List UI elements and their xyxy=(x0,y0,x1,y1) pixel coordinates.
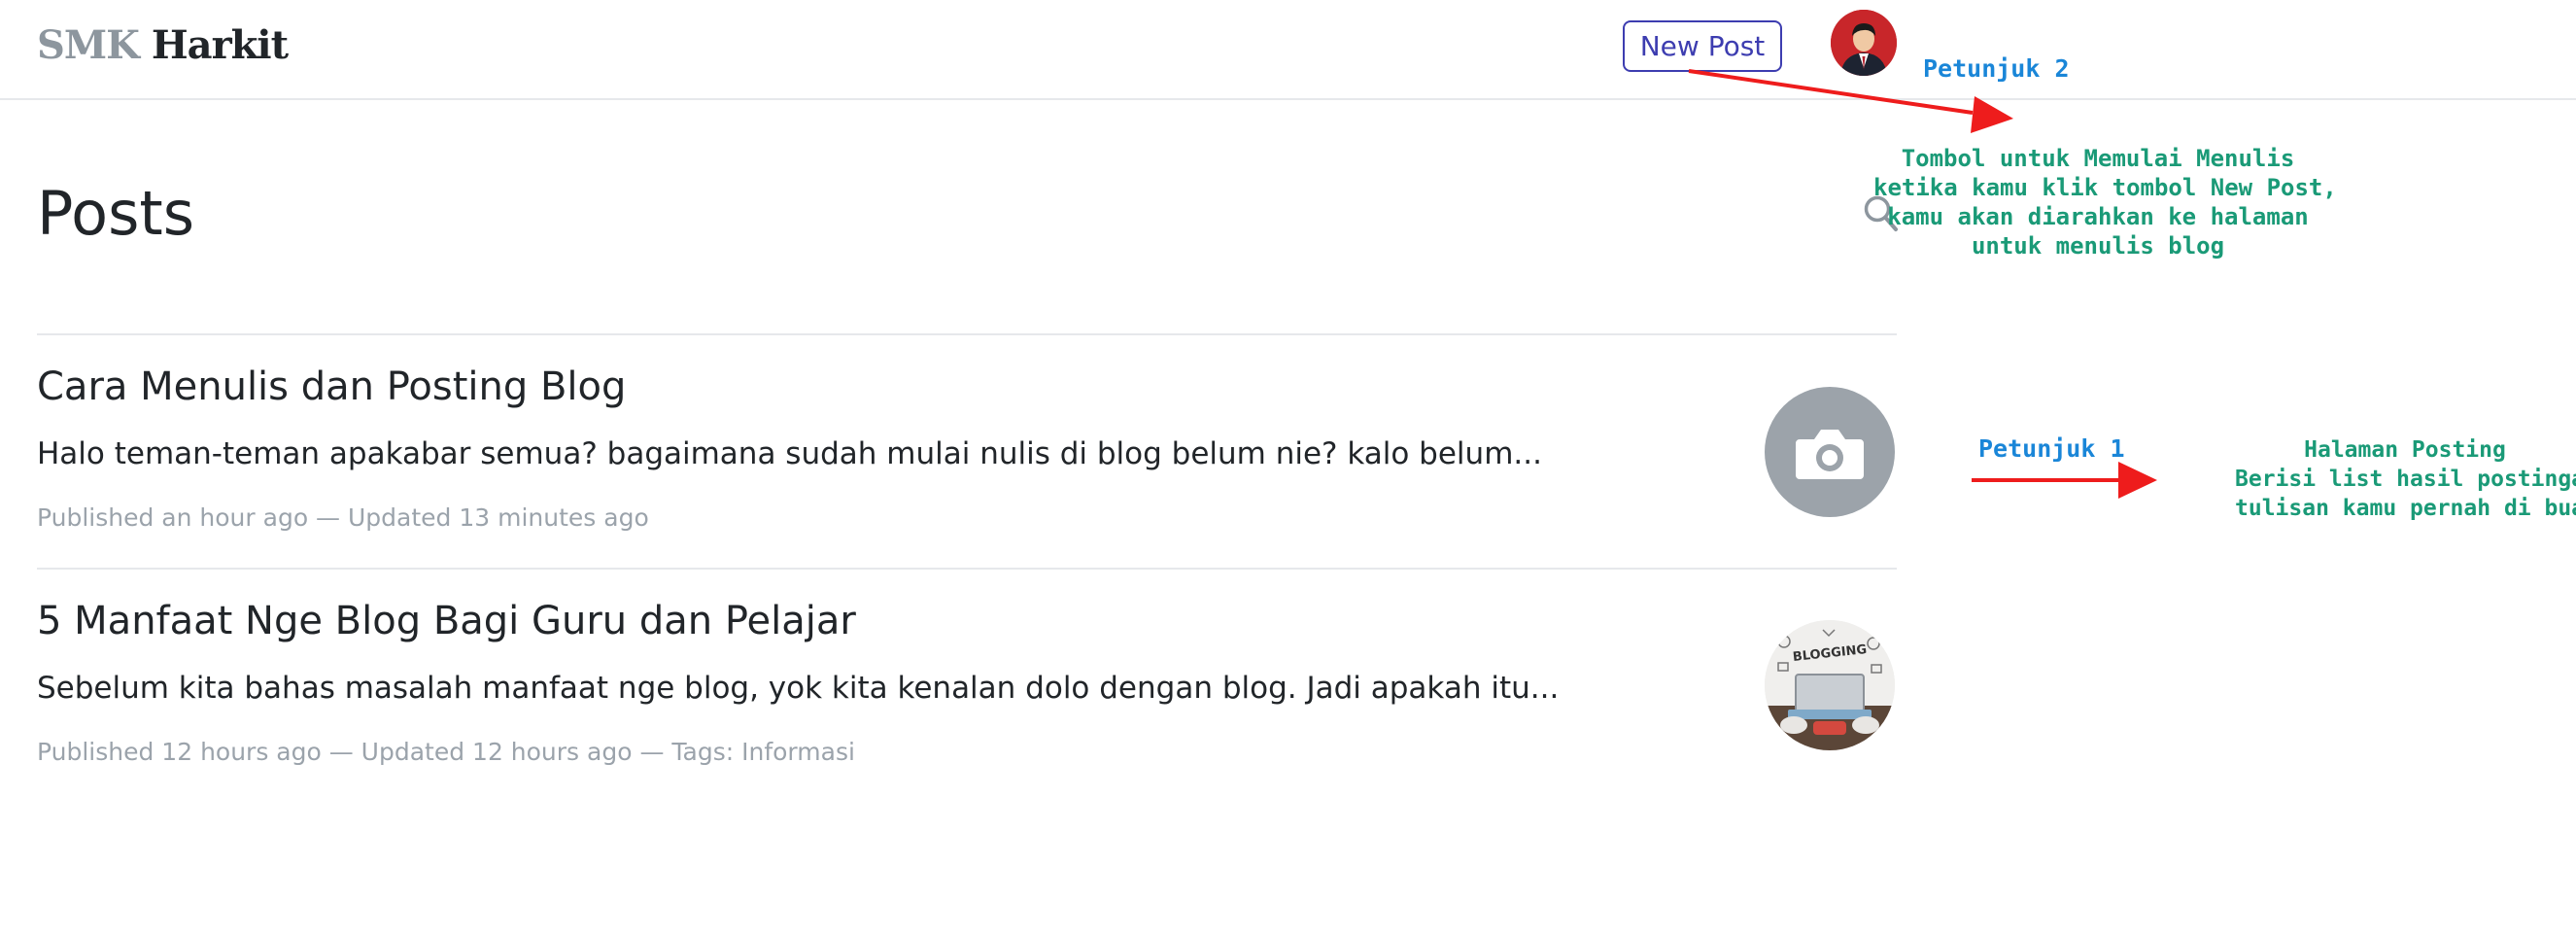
hint-2-line: untuk menulis blog xyxy=(1971,232,2225,260)
hint-1-line: Halaman Posting xyxy=(2304,437,2506,463)
post-excerpt: Halo teman-teman apakabar semua? bagaima… xyxy=(37,436,1542,471)
post-meta: Published 12 hours ago — Updated 12 hour… xyxy=(37,738,855,766)
page-title: Posts xyxy=(37,178,195,249)
arrow-icon xyxy=(1972,462,2157,499)
post-title[interactable]: 5 Manfaat Nge Blog Bagi Guru dan Pelajar xyxy=(37,599,856,643)
post-thumbnail[interactable] xyxy=(1765,387,1895,517)
hint-2-line: kamu akan diarahkan ke halaman xyxy=(1887,203,2309,230)
user-photo-icon xyxy=(1831,10,1897,76)
brand-name-part1: SMK xyxy=(37,22,140,68)
post-thumbnail[interactable]: BLOGGING xyxy=(1765,620,1895,750)
hint-1-line: tulisan kamu pernah di buat xyxy=(2235,496,2576,521)
new-post-button[interactable]: New Post xyxy=(1623,20,1782,72)
post-item[interactable]: Cara Menulis dan Posting Blog Halo teman… xyxy=(37,335,1897,569)
post-item[interactable]: 5 Manfaat Nge Blog Bagi Guru dan Pelajar… xyxy=(37,570,1897,803)
brand-logo[interactable]: SMK Harkit xyxy=(37,19,289,72)
blogging-illustration-icon: BLOGGING xyxy=(1765,620,1895,750)
post-title[interactable]: Cara Menulis dan Posting Blog xyxy=(37,364,626,409)
hint-1-label: Petunjuk 1 xyxy=(1978,434,2125,463)
user-avatar[interactable] xyxy=(1831,10,1897,76)
hint-1-description: Halaman Posting Berisi list hasil postin… xyxy=(2235,435,2576,523)
hint-2-label: Petunjuk 2 xyxy=(1923,54,2070,83)
top-navbar: SMK Harkit New Post xyxy=(0,0,2576,100)
hint-2-line: ketika kamu klik tombol New Post, xyxy=(1873,174,2337,201)
camera-icon xyxy=(1796,430,1864,479)
hint-1-line: Berisi list hasil postingan xyxy=(2235,467,2576,492)
brand-name-part2: Harkit xyxy=(151,22,289,68)
post-meta: Published an hour ago — Updated 13 minut… xyxy=(37,503,649,532)
post-excerpt: Sebelum kita bahas masalah manfaat nge b… xyxy=(37,671,1560,706)
hint-2-line: Tombol untuk Memulai Menulis xyxy=(1901,145,2295,172)
hint-2-description: Tombol untuk Memulai Menulis ketika kamu… xyxy=(1873,144,2337,260)
